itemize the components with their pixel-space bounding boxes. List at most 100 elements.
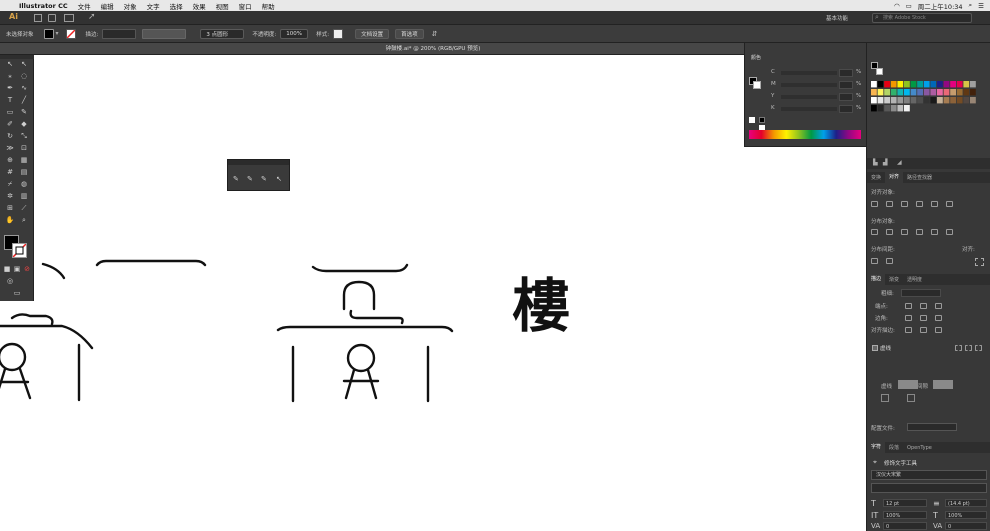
channel-y-field[interactable]	[839, 93, 853, 101]
swatch-chip[interactable]	[877, 89, 884, 96]
swatch-chip[interactable]	[923, 89, 930, 96]
swatch-stroke-indicator[interactable]	[876, 68, 883, 75]
stroke-color-swatch[interactable]	[12, 243, 27, 258]
variable-width-field[interactable]	[142, 28, 187, 39]
tab-transform[interactable]: 变换	[867, 174, 885, 181]
none-color-icon[interactable]	[749, 117, 755, 123]
eraser-tool-icon[interactable]: ◆	[19, 120, 29, 129]
font-style-dropdown[interactable]	[871, 483, 987, 493]
tab-transparency[interactable]: 透明度	[903, 276, 926, 283]
channel-c-field[interactable]	[839, 69, 853, 77]
round-cap-icon[interactable]	[920, 303, 927, 309]
shaper-tool-icon[interactable]: ✐	[5, 120, 15, 129]
rectangle-tool-icon[interactable]: ▭	[5, 108, 15, 117]
swatch-chip[interactable]	[890, 81, 897, 88]
dist-bottom-icon[interactable]	[901, 229, 908, 235]
align-top-icon[interactable]	[916, 201, 923, 207]
channel-c-slider[interactable]	[781, 71, 837, 75]
fill-swatch[interactable]	[43, 28, 54, 39]
width-tool-icon[interactable]: ≫	[5, 144, 15, 153]
eyedropper-tool-icon[interactable]: ⌿	[5, 180, 15, 189]
swatch-chip[interactable]	[917, 89, 923, 96]
dist-right-icon[interactable]	[946, 229, 953, 235]
document-tab[interactable]: 钟鼓楼.ai* @ 200% (RGB/GPU 预览)	[0, 43, 866, 55]
stroke-weight-input[interactable]	[901, 289, 941, 297]
swatch-chip[interactable]	[943, 97, 950, 104]
align-hcenter-icon[interactable]	[886, 201, 893, 207]
swatch-chip[interactable]	[890, 97, 897, 104]
tab-pathfinder[interactable]: 路径查找器	[903, 174, 936, 181]
align-outside-stroke-icon[interactable]	[935, 327, 942, 333]
dist-vcenter-icon[interactable]	[886, 229, 893, 235]
shape-builder-tool-icon[interactable]: ⊕	[5, 156, 15, 165]
dashed-checkbox[interactable]	[872, 345, 878, 351]
stock-search-input[interactable]: 搜索 Adobe Stock	[872, 13, 972, 23]
scale-tool-icon[interactable]: ⤡	[19, 132, 29, 141]
swatch-chip[interactable]	[970, 81, 976, 88]
toolbox-grip[interactable]	[0, 55, 34, 59]
bridge-icon[interactable]	[34, 14, 42, 22]
panel-icon-a[interactable]: ▙	[873, 159, 878, 166]
color-spectrum-bar[interactable]	[749, 130, 861, 139]
color-stroke-swatch[interactable]	[753, 81, 761, 89]
wifi-icon[interactable]: ◠	[894, 2, 900, 10]
dist-top-icon[interactable]	[871, 229, 878, 235]
magic-wand-tool-icon[interactable]: ⁎	[5, 72, 15, 81]
align-bottom-icon[interactable]	[946, 201, 953, 207]
baseline-field[interactable]: 0	[945, 522, 987, 530]
swatch-chip[interactable]	[871, 105, 877, 112]
dist-left-icon[interactable]	[916, 229, 923, 235]
curvature-tool-icon[interactable]: ∿	[19, 84, 29, 93]
menu-type[interactable]: 文字	[142, 1, 165, 11]
tab-paragraph[interactable]: 段落	[885, 444, 903, 451]
swatch-chip[interactable]	[937, 89, 943, 96]
swatch-chip[interactable]	[937, 97, 943, 104]
arrange-icon[interactable]: ⇵	[432, 30, 438, 38]
swatch-chip[interactable]	[910, 89, 917, 96]
artboard-tool-icon[interactable]: ⊞	[5, 204, 15, 213]
screen-mode-icon[interactable]: ▭	[12, 289, 22, 298]
dash-1-field[interactable]	[898, 380, 918, 389]
trace-expand-icon[interactable]: ↖	[276, 175, 282, 183]
gradient-tool-icon[interactable]: ▤	[19, 168, 29, 177]
swatch-chip[interactable]	[897, 81, 904, 88]
paintbrush-tool-icon[interactable]: ✎	[19, 108, 29, 117]
gradient-mode-icon[interactable]: ▣	[12, 265, 22, 274]
battery-icon[interactable]: ▭	[906, 2, 912, 10]
font-size-field[interactable]: 12 pt	[883, 499, 927, 507]
gap-2-field[interactable]	[907, 394, 915, 402]
tracking-field[interactable]: 0	[883, 522, 927, 530]
spacing-horizontal-icon[interactable]	[886, 258, 893, 264]
direct-selection-tool-icon[interactable]: ↖	[19, 60, 29, 69]
projecting-cap-icon[interactable]	[935, 303, 942, 309]
align-vcenter-icon[interactable]	[931, 201, 938, 207]
menu-object[interactable]: 对象	[119, 1, 142, 11]
color-panel-tab[interactable]: 颜色	[751, 54, 761, 61]
line-tool-icon[interactable]: ╱	[19, 96, 29, 105]
column-graph-tool-icon[interactable]: ▥	[19, 192, 29, 201]
slice-tool-icon[interactable]: ⟋	[19, 204, 29, 213]
artboard-canvas[interactable]: 樓	[0, 55, 866, 531]
vertical-scale-field[interactable]: 100%	[883, 511, 927, 519]
canvas-glyph[interactable]: 樓	[512, 274, 570, 338]
tab-stroke[interactable]: 描边	[867, 274, 886, 285]
swatch-chip[interactable]	[970, 97, 976, 104]
swatch-chip[interactable]	[956, 81, 963, 88]
mesh-tool-icon[interactable]: #	[5, 168, 15, 177]
swatch-chip[interactable]	[917, 97, 923, 104]
channel-m-slider[interactable]	[781, 83, 837, 87]
tab-opentype[interactable]: OpenType	[903, 445, 936, 451]
leading-field[interactable]: (14.4 pt)	[945, 499, 987, 507]
align-to-dropdown[interactable]	[975, 258, 984, 266]
swatch-chip[interactable]	[890, 105, 897, 112]
touch-type-icon[interactable]: ⌖	[873, 458, 877, 467]
align-right-icon[interactable]	[901, 201, 908, 207]
image-trace-icon[interactable]: ✎	[233, 175, 239, 183]
swatch-chip[interactable]	[950, 81, 956, 88]
swatch-chip[interactable]	[877, 97, 884, 104]
blend-tool-icon[interactable]: ◍	[19, 180, 29, 189]
profile-dropdown[interactable]	[907, 423, 957, 431]
align-inside-stroke-icon[interactable]	[920, 327, 927, 333]
clock[interactable]: 周二上午10:34	[918, 1, 963, 11]
panel-icon-c[interactable]: ◢	[897, 159, 902, 166]
